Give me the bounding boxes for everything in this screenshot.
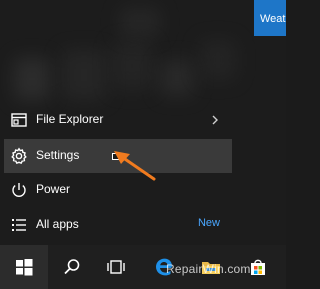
- menu-item-label: Settings: [36, 148, 80, 162]
- weather-tile-label: Weat: [260, 13, 286, 25]
- start-button[interactable]: [0, 245, 48, 289]
- blurred-tile: [112, 42, 152, 90]
- task-view-button[interactable]: [92, 245, 140, 289]
- chevron-right-icon[interactable]: [210, 114, 220, 126]
- blurred-tile: [14, 58, 50, 100]
- blurred-tile: [200, 40, 236, 80]
- file-explorer-icon: [10, 111, 28, 129]
- gear-icon: [10, 147, 28, 165]
- menu-item-label: Power: [36, 182, 71, 196]
- all-apps-icon: [10, 216, 28, 234]
- menu-item-file-explorer[interactable]: File Explorer: [4, 103, 232, 137]
- menu-item-label: File Explorer: [36, 112, 104, 126]
- new-badge: New: [197, 217, 220, 229]
- watermark-text: RepairWin.com: [166, 262, 251, 276]
- orange-arrow-icon: [114, 151, 156, 181]
- screenshot: Weat File Explorer Settings Power All ap…: [0, 0, 286, 289]
- menu-item-label: All apps: [36, 217, 79, 231]
- store-icon: [248, 257, 268, 277]
- taskbar-search-button[interactable]: [48, 245, 96, 289]
- blurred-tile: [120, 8, 160, 36]
- blurred-tile: [62, 50, 106, 100]
- menu-item-all-apps[interactable]: All apps New: [4, 208, 232, 242]
- windows-start-icon: [14, 257, 34, 277]
- blurred-tile: [160, 60, 194, 96]
- weather-tile[interactable]: Weat: [254, 0, 286, 36]
- search-icon: [62, 257, 82, 277]
- power-icon: [10, 181, 28, 199]
- task-view-icon: [106, 257, 126, 277]
